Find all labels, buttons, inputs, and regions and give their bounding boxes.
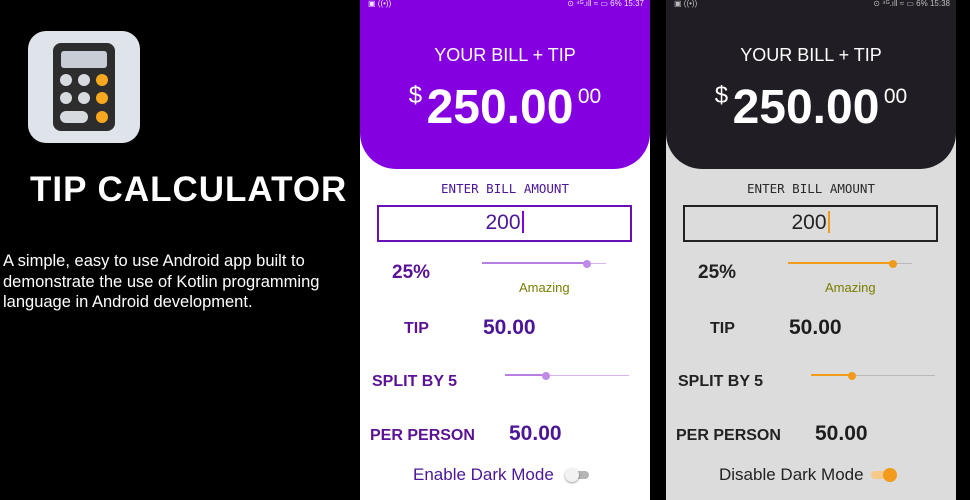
status-bar: ▣ ((•)) ⊙ ⁴ᴳ.ıll ≈ ▭ 6% 15:37 bbox=[360, 0, 650, 9]
dark-mode-row: Disable Dark Mode bbox=[666, 464, 956, 486]
header-title: YOUR BILL + TIP bbox=[434, 45, 576, 65]
slider-thumb[interactable] bbox=[847, 372, 856, 380]
per-person-amount: 50.00 bbox=[509, 422, 562, 445]
tip-label: TIP bbox=[710, 320, 735, 337]
status-left-icons: ▣ ((•)) bbox=[674, 0, 698, 8]
enter-bill-label: ENTER BILL AMOUNT bbox=[441, 181, 569, 196]
split-slider[interactable] bbox=[811, 370, 935, 382]
total-header: YOUR BILL + TIP $ 250.00 00 bbox=[360, 0, 650, 169]
text-caret bbox=[521, 211, 524, 233]
tip-percent-slider[interactable] bbox=[482, 258, 606, 270]
app-description: A simple, easy to use Android app built … bbox=[3, 252, 320, 311]
status-left-icons: ▣ ((•)) bbox=[368, 0, 392, 8]
total-cents: 00 bbox=[883, 85, 908, 108]
tip-percent-label: 25% bbox=[392, 262, 431, 283]
split-label: SPLIT BY 5 bbox=[678, 373, 764, 390]
tip-amount: 50.00 bbox=[483, 316, 536, 339]
tip-description: Amazing bbox=[825, 280, 876, 295]
slider-thumb[interactable] bbox=[583, 260, 592, 268]
header-title: YOUR BILL + TIP bbox=[740, 45, 882, 65]
bill-amount-input[interactable]: 200 bbox=[683, 205, 938, 242]
slider-thumb[interactable] bbox=[541, 372, 550, 380]
status-bar: ▣ ((•)) ⊙ ⁴ᴳ.ıll ≈ ▭ 6% 15:38 bbox=[666, 0, 956, 9]
promo-panel: TIP CALCULATOR A simple, easy to use And… bbox=[0, 0, 360, 500]
status-right-icons: ⊙ ⁴ᴳ.ıll ≈ ▭ 6% 15:37 bbox=[567, 0, 644, 8]
tip-description: Amazing bbox=[519, 280, 570, 295]
bill-amount-value: 200 bbox=[791, 211, 827, 234]
bill-amount-input[interactable]: 200 bbox=[377, 205, 632, 242]
text-caret bbox=[827, 211, 830, 233]
light-mode-screen: YOUR BILL + TIP $ 250.00 00 ▣ ((•)) ⊙ ⁴ᴳ… bbox=[360, 0, 650, 500]
split-label: SPLIT BY 5 bbox=[372, 373, 458, 390]
dark-mode-toggle[interactable] bbox=[871, 468, 897, 482]
calculator-icon bbox=[28, 31, 140, 143]
total-amount: $ 250.00 00 bbox=[360, 80, 650, 135]
dark-mode-label: Enable Dark Mode bbox=[413, 465, 554, 484]
app-title: TIP CALCULATOR bbox=[30, 170, 348, 209]
per-person-label: PER PERSON bbox=[370, 427, 475, 444]
slider-thumb[interactable] bbox=[889, 260, 898, 268]
total-amount: $ 250.00 00 bbox=[666, 80, 956, 135]
total-header: YOUR BILL + TIP $ 250.00 00 bbox=[666, 0, 956, 169]
total-value: 250.00 bbox=[426, 81, 574, 134]
tip-label: TIP bbox=[404, 320, 429, 337]
enter-bill-label: ENTER BILL AMOUNT bbox=[747, 181, 875, 196]
currency-symbol: $ bbox=[408, 82, 423, 109]
dark-mode-toggle[interactable] bbox=[565, 468, 589, 482]
status-right-icons: ⊙ ⁴ᴳ.ıll ≈ ▭ 6% 15:38 bbox=[873, 0, 950, 8]
split-slider[interactable] bbox=[505, 370, 629, 382]
dark-mode-screen: YOUR BILL + TIP $ 250.00 00 ▣ ((•)) ⊙ ⁴ᴳ… bbox=[666, 0, 956, 500]
currency-symbol: $ bbox=[714, 82, 729, 109]
tip-percent-label: 25% bbox=[698, 262, 737, 283]
bill-amount-value: 200 bbox=[485, 211, 521, 234]
total-cents: 00 bbox=[577, 85, 602, 108]
total-value: 250.00 bbox=[732, 81, 880, 134]
tip-amount: 50.00 bbox=[789, 316, 842, 339]
dark-mode-row: Enable Dark Mode bbox=[360, 464, 650, 486]
per-person-amount: 50.00 bbox=[815, 422, 868, 445]
tip-percent-slider[interactable] bbox=[788, 258, 912, 270]
dark-mode-label: Disable Dark Mode bbox=[719, 465, 864, 484]
per-person-label: PER PERSON bbox=[676, 427, 781, 444]
